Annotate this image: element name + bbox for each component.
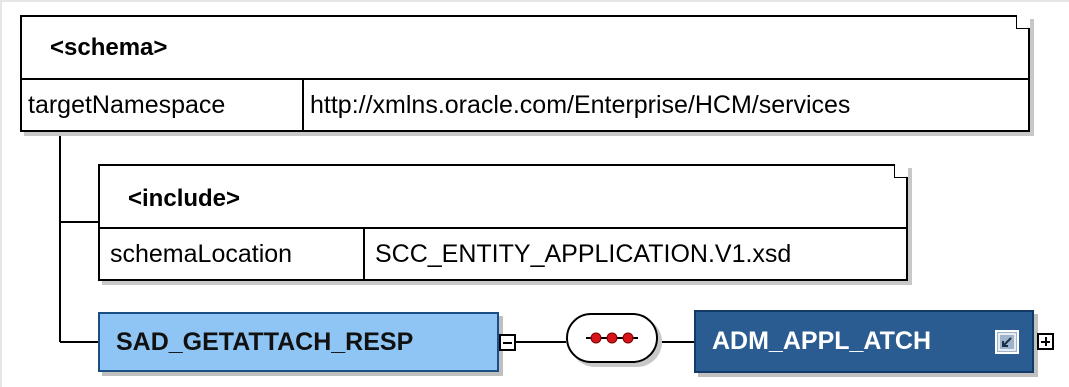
schema-box[interactable]: <schema> targetNamespace http://xmlns.or… (20, 15, 1030, 132)
dog-ear-corner (894, 164, 908, 178)
schema-attribute-name: targetNamespace (22, 80, 304, 130)
dog-ear-corner (1016, 15, 1030, 29)
root-element-name: SAD_GETATTACH_RESP (116, 327, 414, 356)
include-box[interactable]: <include> schemaLocation SCC_ENTITY_APPL… (98, 164, 908, 281)
include-attribute-row: schemaLocation SCC_ENTITY_APPLICATION.V1… (100, 227, 906, 279)
sequence-icon (586, 332, 638, 344)
child-element-name: ADM_APPL_ATCH (712, 327, 931, 355)
reference-arrow-icon (995, 330, 1019, 354)
expand-toggle-icon[interactable] (1037, 333, 1054, 350)
schema-attribute-value: http://xmlns.oracle.com/Enterprise/HCM/s… (310, 90, 851, 119)
child-element-node[interactable]: ADM_APPL_ATCH (694, 310, 1034, 373)
include-tag: <include> (128, 185, 241, 212)
collapse-toggle-icon[interactable] (499, 334, 516, 351)
include-attribute-name: schemaLocation (100, 229, 365, 279)
root-element-node[interactable]: SAD_GETATTACH_RESP (98, 312, 499, 372)
schema-tag: <schema> (50, 34, 168, 61)
sequence-compositor[interactable] (566, 313, 658, 363)
schema-attribute-row: targetNamespace http://xmlns.oracle.com/… (22, 78, 1028, 130)
include-attribute-value: SCC_ENTITY_APPLICATION.V1.xsd (375, 239, 792, 268)
